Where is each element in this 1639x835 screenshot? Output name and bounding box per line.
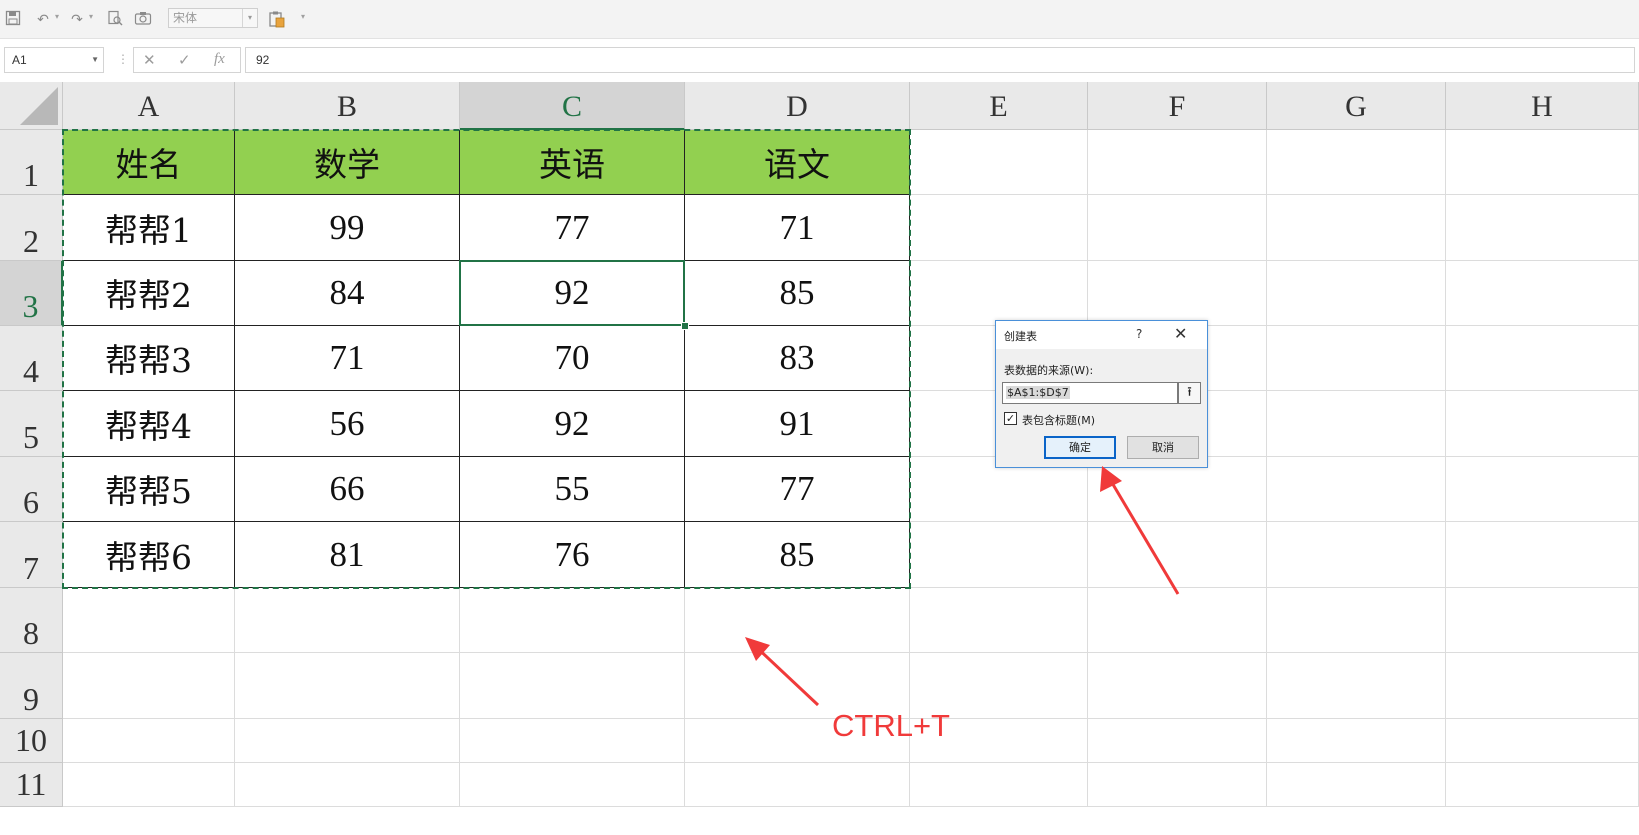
arrow-to-table-icon: [745, 637, 820, 707]
arrow-to-dialog-icon: [1100, 466, 1180, 595]
annotation-arrows: [745, 466, 1180, 707]
shortcut-annotation: CTRL+T: [832, 708, 950, 743]
